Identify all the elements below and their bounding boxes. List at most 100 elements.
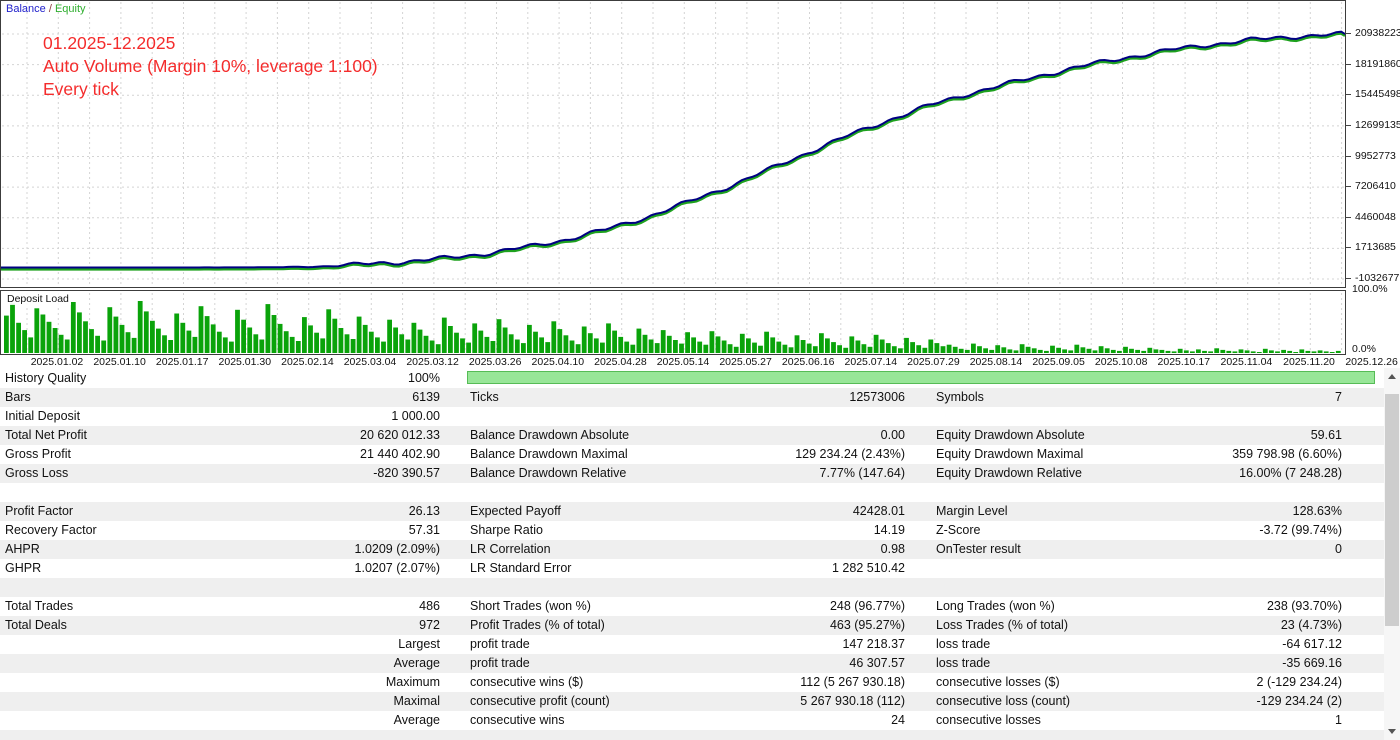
stat-label: Total Trades xyxy=(5,599,74,613)
stat-value: -35 669.16 xyxy=(1282,656,1342,670)
stat-value: 248 (96.77%) xyxy=(829,599,905,613)
stat-label: Loss Trades (% of total) xyxy=(936,618,1069,632)
scroll-up-button[interactable] xyxy=(1384,368,1400,385)
table-spacer-row xyxy=(0,730,1384,740)
stat-value: 2 (-129 234.24) xyxy=(1256,675,1342,689)
stat-label: consecutive wins xyxy=(470,713,565,727)
stat-value: 1 000.00 xyxy=(391,409,440,423)
y-tick-label: 12699135 xyxy=(1355,118,1400,131)
y-tick-mark xyxy=(1346,33,1351,34)
stat-label: Long Trades (won %) xyxy=(936,599,1055,613)
stat-label: Z-Score xyxy=(936,523,981,537)
deposit-load-chart: Deposit Load xyxy=(0,290,1346,355)
chart-legend: Balance / Equity xyxy=(6,3,86,15)
x-tick-label: 2025.03.12 xyxy=(406,356,459,368)
table-row: Gross Profit 21 440 402.90 Balance Drawdow… xyxy=(0,445,1384,464)
stat-label: Balance Drawdown Maximal xyxy=(470,447,628,461)
stat-value: 359 798.98 (6.60%) xyxy=(1232,447,1342,461)
table-row: Recovery Factor 57.31 Sharpe Ratio 14.19 Z-S… xyxy=(0,521,1384,540)
stat-value: 0.98 xyxy=(880,542,905,556)
legend-equity: Equity xyxy=(54,3,86,15)
stat-value: 486 xyxy=(419,599,440,613)
stat-value: Maximum xyxy=(385,675,440,689)
stat-value: -64 617.12 xyxy=(1282,637,1342,651)
stat-value: 5 267 930.18 (112) xyxy=(800,694,905,708)
y-tick-label: 1713685 xyxy=(1355,241,1396,254)
stat-value: 238 (93.70%) xyxy=(1266,599,1342,613)
x-tick-label: 2025.01.17 xyxy=(155,356,209,368)
x-axis: 2025.01.02 2025.01.10 2025.01.17 2025.01.30… xyxy=(0,356,1400,369)
x-tick-label: 2025.09.05 xyxy=(1032,356,1085,368)
chevron-up-icon xyxy=(1388,374,1396,379)
table-spacer-row xyxy=(0,578,1384,597)
stat-value: 463 (95.27%) xyxy=(829,618,905,632)
table-row: Initial Deposit 1 000.00 xyxy=(0,407,1384,426)
stat-value: 112 (5 267 930.18) xyxy=(800,675,905,689)
stat-value: 23 (4.73%) xyxy=(1280,618,1342,632)
x-tick-label: 2025.12.26 xyxy=(1345,356,1398,368)
table-row: Bars 6139 Ticks 12573006 Symbols 7 xyxy=(0,388,1384,407)
y-tick-label: 20938223 xyxy=(1355,27,1400,39)
y-tick-label: 4460048 xyxy=(1355,210,1396,223)
y-tick-mark xyxy=(1346,155,1351,157)
stat-label: profit trade xyxy=(470,656,530,670)
x-tick-label: 2025.11.20 xyxy=(1283,356,1335,368)
stat-value: -3.72 (99.74%) xyxy=(1259,523,1342,537)
deposit-load-title: Deposit Load xyxy=(5,293,71,305)
x-tick-label: 2025.11.04 xyxy=(1220,356,1273,368)
y-tick-mark xyxy=(1346,186,1351,188)
table-row: Total Trades 486 Short Trades (won %) 248 (… xyxy=(0,597,1384,616)
x-tick-label: 2025.08.14 xyxy=(969,356,1023,368)
stat-value: 7 xyxy=(1335,390,1342,404)
annotation-period: 01.2025-12.2025 xyxy=(43,33,176,53)
table-row: Maximal consecutive profit (count) 5 267 9… xyxy=(0,692,1384,711)
stat-label: Profit Trades (% of total) xyxy=(470,618,605,632)
stat-value: Average xyxy=(393,656,440,670)
deposit-axis-min: 0.0% xyxy=(1352,343,1376,355)
stat-value: 0.00 xyxy=(880,428,905,442)
scrollbar-thumb[interactable] xyxy=(1385,394,1399,626)
stat-label: consecutive wins ($) xyxy=(470,675,584,689)
table-row: Gross Loss -820 390.57 Balance Drawdown Re… xyxy=(0,464,1384,483)
stat-label: Margin Level xyxy=(936,504,1008,518)
table-row: Total Net Profit 20 620 012.33 Balance Dra… xyxy=(0,426,1384,445)
stat-value: 129 234.24 (2.43%) xyxy=(795,447,905,461)
stat-label: Profit Factor xyxy=(5,504,74,518)
stat-label: LR Standard Error xyxy=(470,561,572,575)
stat-label: LR Correlation xyxy=(470,542,551,556)
stat-label: OnTester result xyxy=(936,542,1021,556)
vertical-scrollbar[interactable] xyxy=(1384,368,1400,740)
stat-label: Sharpe Ratio xyxy=(470,523,543,537)
stat-value: 6139 xyxy=(412,390,440,404)
annotation-tick-mode: Every tick xyxy=(43,79,119,99)
y-tick-label: 18191860 xyxy=(1355,57,1400,70)
x-tick-label: 2025.01.02 xyxy=(30,356,84,368)
y-tick-mark xyxy=(1346,94,1351,96)
stat-label: consecutive losses xyxy=(936,713,1041,727)
table-row: History Quality 100% xyxy=(0,369,1384,388)
history-quality-progress-bar xyxy=(467,371,1375,384)
stat-label: AHPR xyxy=(5,542,40,556)
stat-label: Ticks xyxy=(470,390,499,404)
stat-value: 1 282 510.42 xyxy=(832,561,905,575)
stat-value: 1.0209 (2.09%) xyxy=(354,542,440,556)
stat-label: Gross Profit xyxy=(5,447,71,461)
stat-value: 1.0207 (2.07%) xyxy=(354,561,440,575)
stat-label: Expected Payoff xyxy=(470,504,561,518)
x-tick-label: 2025.10.08 xyxy=(1094,356,1148,368)
stat-value: 42428.01 xyxy=(852,504,905,518)
y-tick-label: 9952773 xyxy=(1355,149,1396,162)
stat-label: Bars xyxy=(5,390,31,404)
stat-value: 57.31 xyxy=(408,523,440,537)
x-tick-label: 2025.02.14 xyxy=(281,356,334,368)
stat-value: 7.77% (147.64) xyxy=(819,466,905,480)
table-row: Average consecutive wins 24 consecutive los… xyxy=(0,711,1384,730)
x-tick-label: 2025.05.27 xyxy=(719,356,772,368)
strategy-tester-report: Balance / Equity 01.2025-12.2025 Auto Vo… xyxy=(0,0,1400,740)
stat-label: loss trade xyxy=(936,637,991,651)
y-tick-label: 7206410 xyxy=(1355,180,1396,193)
scroll-down-button[interactable] xyxy=(1384,723,1400,740)
y-axis: 20938223 18191860 15445498 12699135 9952773 7… xyxy=(1346,0,1400,356)
deposit-axis-max: 100.0% xyxy=(1352,283,1388,295)
x-tick-label: 2025.07.14 xyxy=(844,356,898,368)
